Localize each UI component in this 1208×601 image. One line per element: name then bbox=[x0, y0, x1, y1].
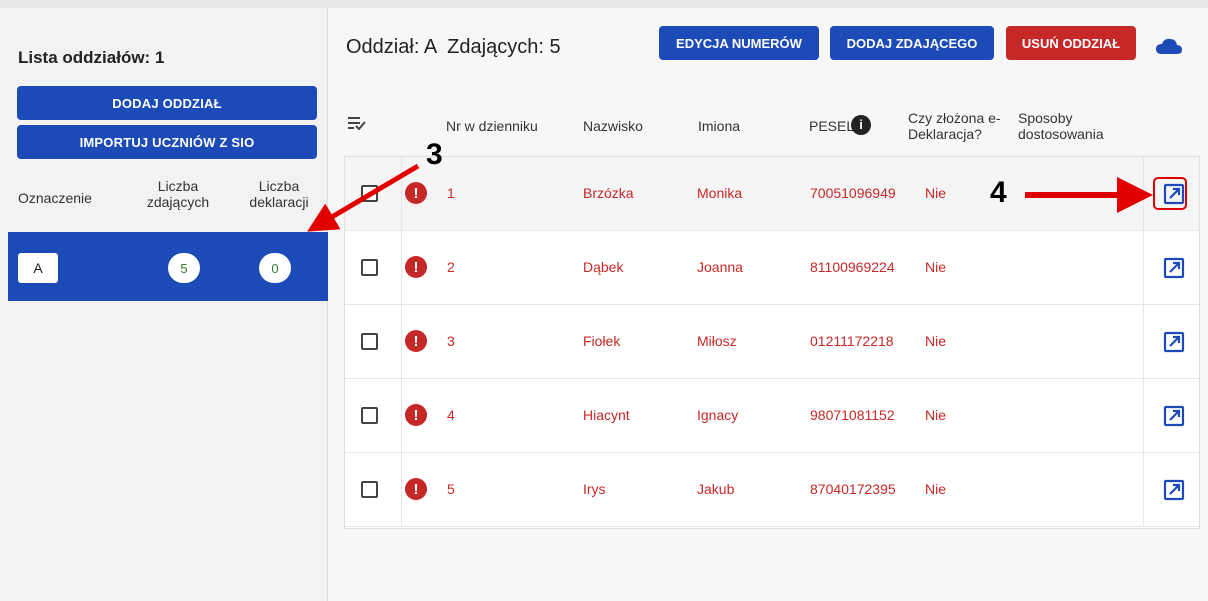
annotation-highlight-box bbox=[1153, 177, 1187, 210]
annotation-label-3: 3 bbox=[426, 138, 443, 171]
annotation-overlay bbox=[307, 163, 1153, 232]
annotation-arrow-3 bbox=[307, 163, 420, 232]
annotation-label-4: 4 bbox=[990, 176, 1007, 209]
